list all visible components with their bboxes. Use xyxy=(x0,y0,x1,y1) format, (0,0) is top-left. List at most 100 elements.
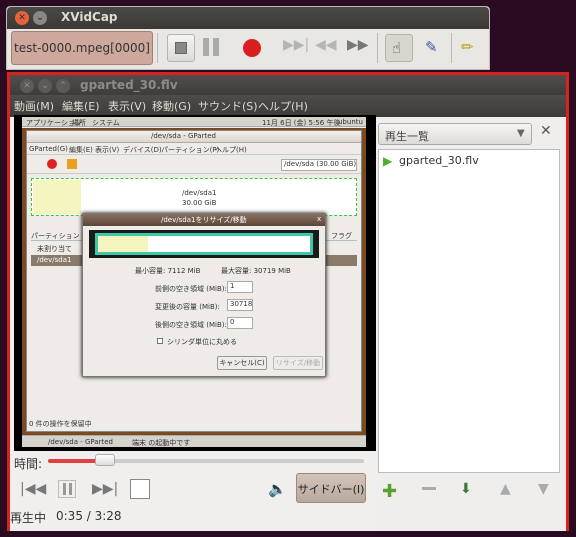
video-area[interactable]: アプリケーション 場所 システム 11月 6日 (金) 5:56 午後 ubun… xyxy=(14,115,376,451)
gp-menu-partition: パーティション(P) xyxy=(161,146,220,154)
menu-edit[interactable]: 編集(E) xyxy=(62,98,100,114)
xvidcap-window: ✕ ⌄ XVidCap test-0000.mpeg[0000] ▶▶| ◀◀ … xyxy=(6,6,490,70)
remove-icon[interactable] xyxy=(422,487,436,490)
max-size: 最大容量: 30719 MiB xyxy=(221,267,291,275)
play-icon: ▶ xyxy=(383,154,393,168)
seek-bar[interactable] xyxy=(48,454,364,466)
menu-help[interactable]: ヘルプ(H) xyxy=(258,98,308,114)
gparted-toolbar: /dev/sda (30.00 GiB) xyxy=(27,156,361,174)
gparted-title: /dev/sda - GParted xyxy=(151,132,216,140)
rewind-icon[interactable]: ◀◀ xyxy=(315,37,337,53)
new-size-input: 30718 xyxy=(227,299,253,311)
pause-icon[interactable] xyxy=(203,38,209,56)
ubuntu-taskbar: /dev/sda - GParted 端末 の起動中です xyxy=(22,435,366,447)
gp-menu-help: ヘルプ(H) xyxy=(215,146,247,154)
fast-forward-icon[interactable]: ▶▶ xyxy=(347,37,369,53)
row-unallocated: 未割り当て xyxy=(37,245,72,253)
ubuntu-panel: アプリケーション 場所 システム 11月 6日 (金) 5:56 午後 ubun… xyxy=(22,117,366,127)
resize-used-space xyxy=(98,236,148,252)
menu-movie[interactable]: 動画(M) xyxy=(14,98,54,114)
minimize-icon[interactable]: ⌄ xyxy=(33,11,47,25)
select-area-button[interactable]: ☝ xyxy=(385,34,413,62)
menu-sound[interactable]: サウンド(S) xyxy=(198,98,258,114)
separator xyxy=(451,33,452,63)
move-down-icon[interactable]: ▼ xyxy=(538,481,549,497)
dialog-title: /dev/sda1をリサイズ/移動 xyxy=(161,216,247,224)
status-text: 再生中 xyxy=(10,511,47,525)
player-titlebar: ✕ ⌄ ⌃ gparted_30.flv xyxy=(10,75,566,97)
gparted-menubar: GParted(G) 編集(E) 表示(V) デバイス(D) パーティション(P… xyxy=(27,144,361,155)
taskbar-gparted: /dev/sda - GParted xyxy=(48,438,113,446)
taskbar-terminal: 端末 の起動中です xyxy=(132,439,191,447)
gp-menu-gparted: GParted(G) xyxy=(29,145,68,153)
fullscreen-icon[interactable] xyxy=(130,479,150,499)
time-label: 時間: xyxy=(14,457,43,471)
sidebar-dropdown-label: 再生一覧 xyxy=(385,130,429,143)
playlist-item-label: gparted_30.flv xyxy=(399,154,479,167)
free-before-label: 前側の空き領域 (MiB): xyxy=(155,285,227,293)
close-icon[interactable]: ✕ xyxy=(20,79,34,93)
player-title: gparted_30.flv xyxy=(80,78,178,92)
save-playlist-icon[interactable]: ⬇ xyxy=(460,481,472,497)
menubar: 動画(M) 編集(E) 表示(V) 移動(G) サウンド(S) ヘルプ(H) xyxy=(10,95,566,117)
resize-partition-box xyxy=(95,233,313,255)
minimize-icon[interactable]: ⌄ xyxy=(38,79,52,93)
player-controls: 時間: |◀◀ ▶▶| 🔈 サイドバー(I) 再生中 0:35 / 3:28 xyxy=(10,451,376,531)
sidebar-dropdown[interactable]: 再生一覧 ▼ xyxy=(378,123,532,145)
partition-graph: /dev/sda1 30.00 GiB xyxy=(31,178,357,216)
move-up-icon[interactable]: ▲ xyxy=(500,481,511,497)
playlist: ▶ gparted_30.flv xyxy=(378,149,560,473)
row-sda1-label: /dev/sda1 xyxy=(37,256,72,264)
free-after-input: 0 xyxy=(227,317,253,329)
new-size-label: 変更後の容量 (MiB): xyxy=(155,303,220,311)
edit-pen-icon[interactable]: ✏ xyxy=(461,38,474,56)
resize-button: リサイズ/移動 xyxy=(273,356,323,370)
maximize-icon[interactable]: ⌃ xyxy=(56,79,70,93)
pending-ops: 0 件の操作を保留中 xyxy=(29,420,92,428)
playlist-item[interactable]: ▶ gparted_30.flv xyxy=(383,154,553,170)
partition-graph-label: /dev/sda1 xyxy=(182,189,217,197)
sidebar-toggle-label: サイドバー(I) xyxy=(297,483,365,496)
close-icon[interactable]: ✕ xyxy=(540,123,552,139)
filename-button[interactable]: test-0000.mpeg[0000] xyxy=(11,31,153,65)
col-partition: パーティション xyxy=(31,232,80,240)
min-size: 最小容量: 7112 MiB xyxy=(135,267,201,275)
forward-end-icon[interactable]: ▶▶| xyxy=(283,37,309,53)
next-icon[interactable]: ▶▶| xyxy=(92,481,118,497)
free-after-label: 後側の空き領域 (MiB): xyxy=(155,321,227,329)
gp-menu-edit: 編集(E) xyxy=(69,146,93,154)
menu-go[interactable]: 移動(G) xyxy=(152,98,191,114)
chevron-down-icon: ▼ xyxy=(517,128,525,139)
previous-icon[interactable]: |◀◀ xyxy=(20,481,46,497)
add-icon[interactable]: ✚ xyxy=(382,481,397,502)
pause-button[interactable] xyxy=(58,480,76,498)
pause-icon xyxy=(63,483,66,495)
sidebar-toggle-button[interactable]: サイドバー(I) xyxy=(296,473,366,503)
gparted-titlebar: /dev/sda - GParted xyxy=(27,131,361,143)
close-icon[interactable]: ✕ xyxy=(15,11,29,25)
xvidcap-title: XVidCap xyxy=(61,10,118,24)
sidebar: 再生一覧 ▼ ✕ ▶ gparted_30.flv ✚ ⬇ ▲ ▼ xyxy=(376,117,566,531)
device-combo: /dev/sda (30.00 GiB) xyxy=(281,159,357,171)
dialog-titlebar: /dev/sda1をリサイズ/移動 x xyxy=(83,214,325,226)
free-before-input: 1 xyxy=(227,281,253,293)
panel-system: システム xyxy=(92,119,120,127)
cylinder-checkbox xyxy=(157,338,163,344)
filename-label: test-0000.mpeg[0000] xyxy=(14,41,150,55)
record-icon[interactable] xyxy=(243,39,261,57)
player-window: ✕ ⌄ ⌃ gparted_30.flv 動画(M) 編集(E) 表示(V) 移… xyxy=(7,72,569,531)
menu-view[interactable]: 表示(V) xyxy=(108,98,146,114)
cylinder-label: シリンダ単位に丸める xyxy=(167,338,237,346)
volume-icon[interactable]: 🔈 xyxy=(268,480,287,498)
stop-button[interactable] xyxy=(167,34,195,62)
eyedropper-icon[interactable]: ✎ xyxy=(425,38,438,56)
resize-bar xyxy=(89,230,319,258)
gp-menu-view: 表示(V) xyxy=(95,146,120,154)
seek-handle[interactable] xyxy=(94,454,115,466)
separator xyxy=(377,33,378,63)
panel-clock: 11月 6日 (金) 5:56 午後 xyxy=(262,119,341,127)
hand-icon: ☝ xyxy=(392,39,402,57)
video-frame: アプリケーション 場所 システム 11月 6日 (金) 5:56 午後 ubun… xyxy=(22,117,366,447)
separator xyxy=(157,33,158,63)
resize-icon xyxy=(67,159,77,169)
